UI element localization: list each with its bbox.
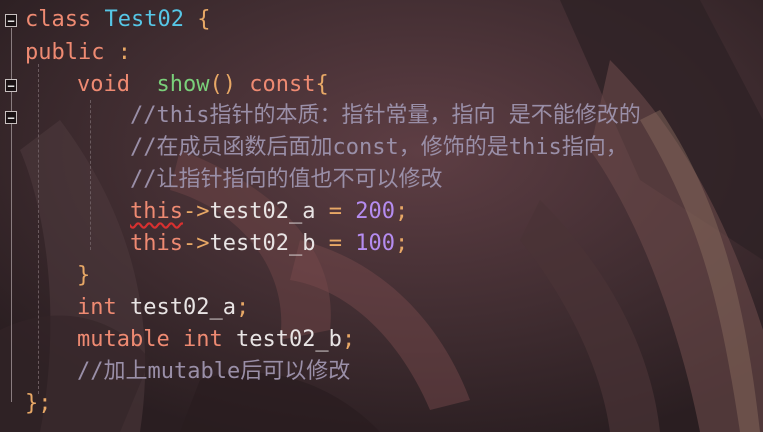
code-comment-line: //this指针的本质：指针常量，指向 是不能修改的: [130, 103, 641, 128]
code-line-member-b: mutable int test02_b;: [77, 327, 356, 352]
keyword-this-error: this: [130, 199, 183, 224]
code-line-access-specifier: public :: [25, 40, 131, 65]
keyword-int: int: [77, 295, 117, 320]
close-brace: }: [25, 391, 39, 416]
keyword-this: this: [130, 231, 183, 256]
code-line-class-decl: class Test02 {: [25, 4, 210, 36]
number-literal: 100: [355, 231, 395, 256]
collapse-comment-icon[interactable]: −: [5, 111, 17, 124]
keyword-mutable: mutable: [77, 327, 170, 352]
indent-guide: [90, 100, 91, 250]
keyword-void: void: [77, 72, 130, 97]
keyword-public: public: [25, 40, 105, 65]
number-literal: 200: [355, 199, 395, 224]
collapse-class-icon[interactable]: −: [5, 14, 17, 27]
code-editor[interactable]: − − − class Test02 { public : void show(…: [0, 0, 763, 432]
code-line-assign-a: this->test02_a = 200;: [130, 199, 409, 224]
keyword-const: const: [249, 72, 316, 97]
code-comment-line: //加上mutable后可以修改: [77, 359, 351, 384]
keyword-class: class: [25, 7, 92, 32]
code-comment-line: //让指针指向的值也不可以修改: [130, 167, 443, 192]
class-name: Test02: [104, 7, 184, 32]
fold-range-line: [11, 125, 12, 275]
collapse-function-icon[interactable]: −: [5, 79, 17, 92]
open-brace: {: [197, 7, 211, 32]
code-line-assign-b: this->test02_b = 100;: [130, 231, 409, 256]
indent-guide: [38, 64, 39, 394]
keyword-int: int: [182, 327, 223, 352]
code-line-function-decl: void show() const{: [77, 72, 329, 97]
close-brace: }: [77, 263, 91, 288]
code-comment-line: //在成员函数后面加const，修饰的是this指向，: [130, 135, 628, 160]
fold-gutter: − − −: [0, 0, 22, 432]
function-name: show: [156, 72, 210, 97]
code-line-class-end: };: [25, 391, 52, 416]
code-line-member-a: int test02_a;: [77, 295, 250, 320]
